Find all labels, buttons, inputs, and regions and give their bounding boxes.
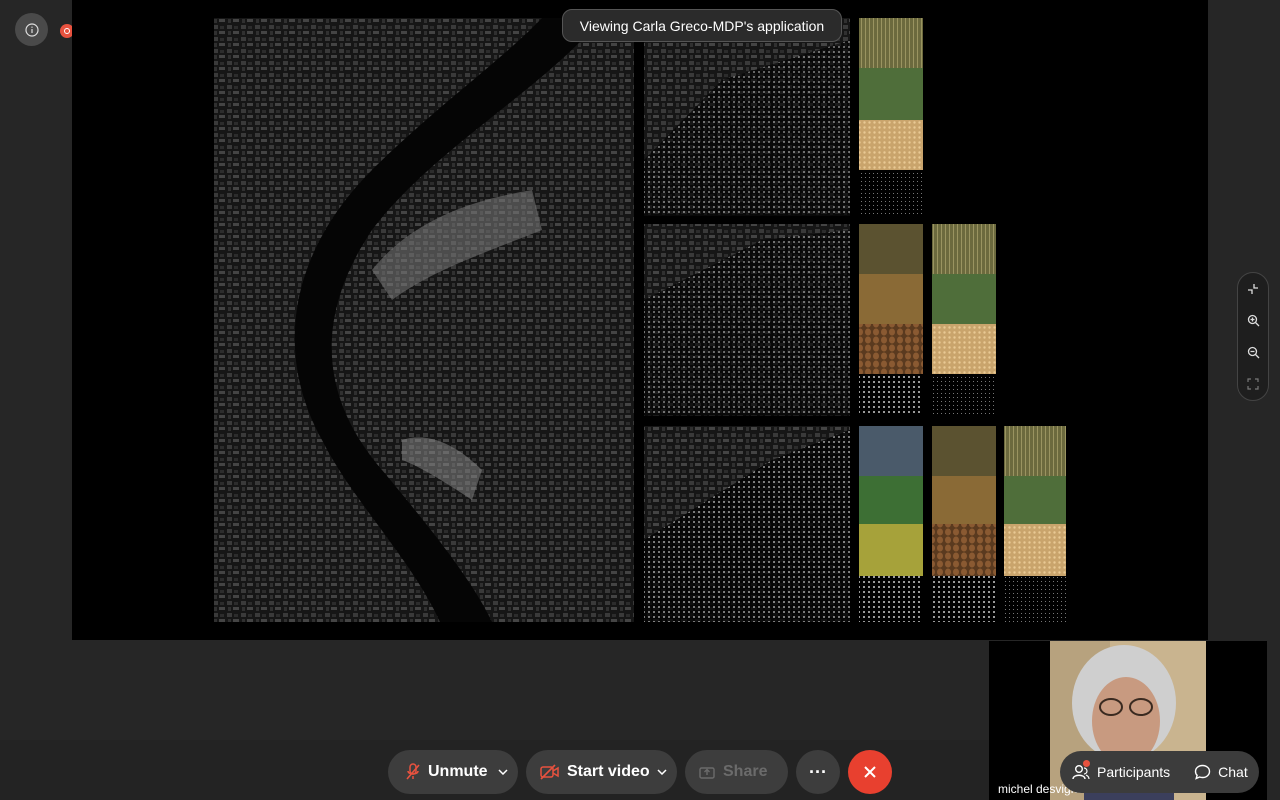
audio-options-button[interactable] bbox=[494, 750, 512, 794]
participants-label: Participants bbox=[1097, 764, 1171, 780]
chat-icon bbox=[1194, 764, 1211, 780]
participants-icon bbox=[1072, 760, 1090, 780]
shared-content-image bbox=[214, 18, 1066, 622]
zoom-out-button[interactable] bbox=[1243, 342, 1263, 362]
info-icon bbox=[24, 22, 39, 37]
unmute-label: Unmute bbox=[428, 763, 488, 780]
start-video-button[interactable]: Start video bbox=[526, 750, 677, 794]
fit-screen-button[interactable] bbox=[1243, 374, 1263, 394]
share-icon bbox=[699, 767, 715, 779]
microphone-muted-icon bbox=[406, 763, 420, 780]
info-button[interactable] bbox=[15, 13, 48, 46]
zoom-in-button[interactable] bbox=[1243, 311, 1263, 331]
chevron-down-icon bbox=[498, 769, 508, 775]
end-call-button[interactable] bbox=[848, 750, 892, 794]
viewing-banner: Viewing Carla Greco-MDP's application bbox=[562, 9, 842, 42]
unmute-button[interactable]: Unmute bbox=[388, 750, 518, 794]
start-video-label: Start video bbox=[567, 763, 650, 780]
close-icon bbox=[864, 766, 876, 778]
video-options-button[interactable] bbox=[653, 750, 671, 794]
zoom-in-icon bbox=[1247, 314, 1259, 327]
zoom-out-icon bbox=[1247, 346, 1259, 359]
shared-screen: Viewing Carla Greco-MDP's application bbox=[72, 0, 1208, 640]
more-options-label: ··· bbox=[809, 761, 827, 782]
chat-label: Chat bbox=[1218, 764, 1248, 780]
chevron-down-icon bbox=[657, 769, 667, 775]
more-options-button[interactable]: ··· bbox=[796, 750, 840, 794]
share-label: Share bbox=[723, 763, 768, 780]
participants-button[interactable]: Participants bbox=[1060, 751, 1182, 793]
collapse-button[interactable] bbox=[1243, 279, 1263, 299]
viewing-banner-text: Viewing Carla Greco-MDP's application bbox=[579, 17, 825, 34]
collapse-icon bbox=[1248, 283, 1258, 294]
side-panel-dock: Participants Chat bbox=[1060, 751, 1259, 793]
share-button[interactable]: Share bbox=[685, 750, 788, 794]
chat-button[interactable]: Chat bbox=[1182, 751, 1260, 793]
zoom-controls bbox=[1237, 272, 1269, 401]
video-off-icon bbox=[540, 764, 559, 780]
participants-notification-dot bbox=[1083, 760, 1090, 767]
fit-screen-icon bbox=[1247, 378, 1259, 390]
